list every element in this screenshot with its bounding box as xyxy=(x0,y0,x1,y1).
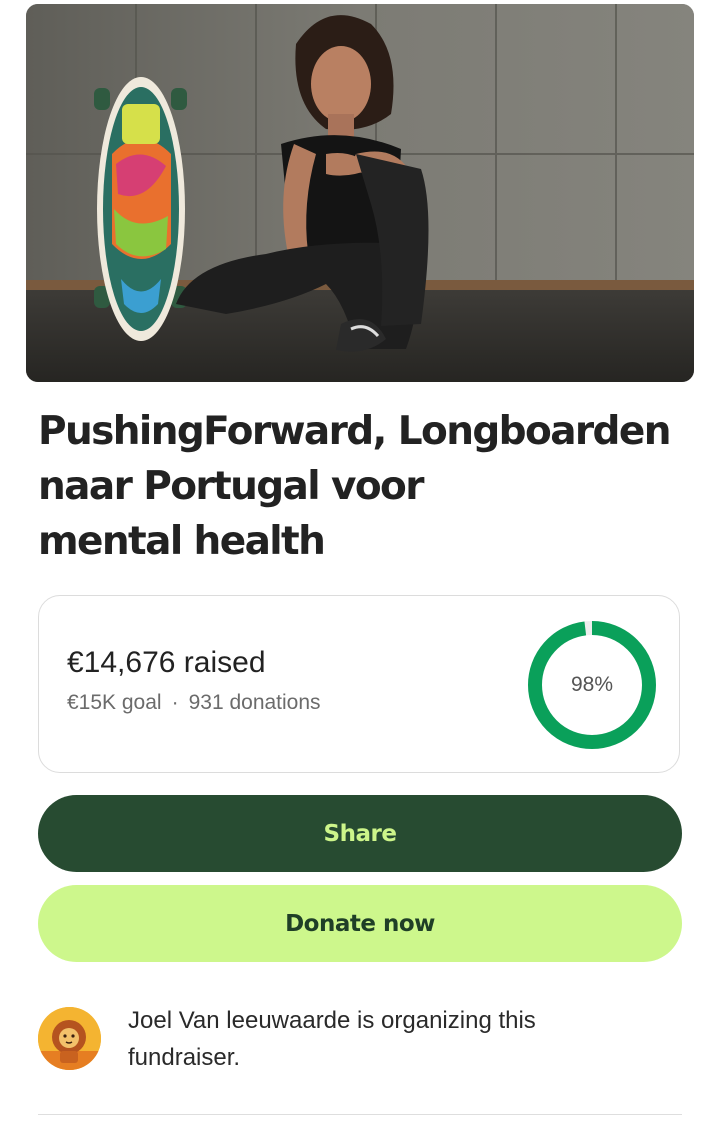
share-button[interactable]: Share xyxy=(38,795,682,872)
meta-separator: · xyxy=(171,691,179,714)
raised-value: €14,676 xyxy=(67,646,176,679)
title-line-2: naar Portugal voor xyxy=(38,464,424,509)
organizer-text: Joel Van leeuwaarde is organizing this f… xyxy=(128,1007,536,1071)
title-line-1: PushingForward, Longboarden xyxy=(38,409,671,454)
goal-meta: €15K goal · 931 donations xyxy=(67,691,321,715)
raised-suffix: raised xyxy=(183,646,266,679)
progress-percent: 98% xyxy=(570,673,614,696)
raised-amount: €14,676 raised xyxy=(67,646,266,680)
donate-now-button[interactable]: Donate now xyxy=(38,885,682,962)
donations-count: 931 donations xyxy=(188,691,321,714)
lion-illustration-icon xyxy=(38,1007,101,1070)
cover-photo xyxy=(26,4,694,382)
fundraiser-title: PushingForward, Longboarden naar Portuga… xyxy=(38,404,698,569)
goal-text: €15K goal xyxy=(67,691,162,714)
progress-card: €14,676 raised €15K goal · 931 donations 9… xyxy=(38,595,680,773)
title-line-3: mental health xyxy=(38,519,326,564)
divider xyxy=(38,1114,682,1115)
